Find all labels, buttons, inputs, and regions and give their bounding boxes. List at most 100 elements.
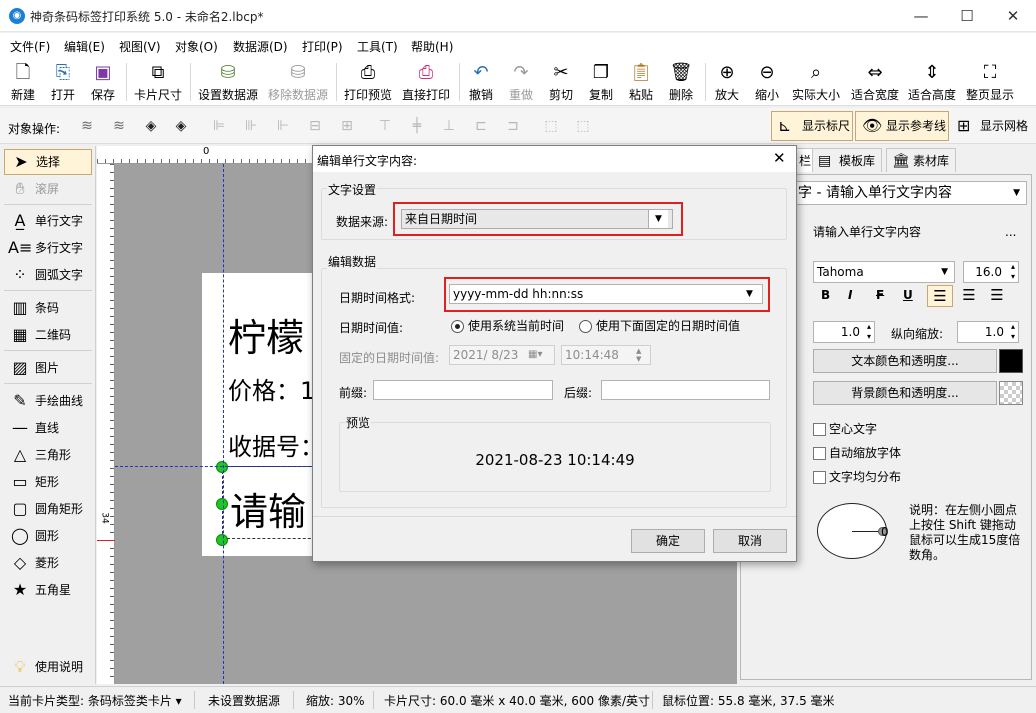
menu-view[interactable]: 视图(V) xyxy=(119,38,161,55)
align-vcenter-icon[interactable]: ╪ xyxy=(406,116,428,136)
tab-templates[interactable]: ▤ 模板库 xyxy=(812,148,883,172)
same-height-icon[interactable]: ⊐ xyxy=(502,116,524,136)
strikethrough-button[interactable]: F xyxy=(876,288,884,302)
background-color-swatch[interactable] xyxy=(999,381,1023,405)
group-icon[interactable]: ⬚ xyxy=(540,116,562,136)
align-left-icon[interactable]: ⊫ xyxy=(208,116,230,136)
card-text-line2[interactable]: 价格：1 xyxy=(228,371,315,406)
menu-edit[interactable]: 编辑(E) xyxy=(64,38,105,55)
fixed-date-picker[interactable]: 2021/ 8/23 ▦▾ xyxy=(449,345,555,365)
content-value[interactable]: 请输入单行文字内容 xyxy=(813,221,996,243)
align-left-button[interactable]: ☰ xyxy=(927,285,953,307)
layer-bottom-icon[interactable]: ◈ xyxy=(170,116,192,136)
align-bottom-icon[interactable]: ⊥ xyxy=(438,116,460,136)
menu-tools[interactable]: 工具(T) xyxy=(357,38,398,55)
card-text-line1[interactable]: 柠檬 xyxy=(228,307,304,362)
rounded-rect-tool[interactable]: ▢ 圆角矩形 xyxy=(4,496,92,522)
star-tool[interactable]: ★ 五角星 xyxy=(4,577,92,603)
fit-width-button[interactable]: ⇔ 适合宽度 xyxy=(849,62,901,104)
minimize-button[interactable]: — xyxy=(898,0,944,32)
bold-button[interactable]: B xyxy=(821,288,830,302)
prefix-input[interactable] xyxy=(373,380,553,400)
redo-button[interactable]: ↷ 重做 xyxy=(505,62,537,104)
distribute-h-icon[interactable]: ⊟ xyxy=(304,116,326,136)
arc-text-tool[interactable]: ⁘ 圆弧文字 xyxy=(4,262,92,288)
menu-help[interactable]: 帮助(H) xyxy=(411,38,453,55)
copy-button[interactable]: ❐ 复制 xyxy=(585,62,617,104)
line-tool[interactable]: — 直线 xyxy=(4,415,92,441)
align-hcenter-icon[interactable]: ⊪ xyxy=(240,116,262,136)
cut-button[interactable]: ✂ 剪切 xyxy=(545,62,577,104)
guide-line-vertical[interactable] xyxy=(223,164,224,684)
cancel-button[interactable]: 取消 xyxy=(713,529,787,553)
background-color-button[interactable]: 背景颜色和透明度... xyxy=(813,381,997,405)
single-text-tool[interactable]: A̲ 单行文字 xyxy=(4,208,92,234)
selection-handle[interactable] xyxy=(216,498,228,510)
undo-button[interactable]: ↶ 撤销 xyxy=(465,62,497,104)
align-top-icon[interactable]: ⊤ xyxy=(374,116,396,136)
freehand-tool[interactable]: ✎ 手绘曲线 xyxy=(4,388,92,414)
card-text-line3[interactable]: 收据号： xyxy=(228,427,324,462)
text-color-swatch[interactable] xyxy=(999,349,1023,373)
vertical-scale-spinner[interactable]: 1.0 ▴ ▾ xyxy=(957,321,1019,343)
hollow-text-checkbox[interactable]: 空心文字 xyxy=(813,421,877,437)
layer-down-icon[interactable]: ≋ xyxy=(108,116,130,136)
align-center-button[interactable]: ☰ xyxy=(957,285,981,307)
zoom-out-button[interactable]: ⊖ 缩小 xyxy=(751,62,783,104)
ok-button[interactable]: 确定 xyxy=(631,529,705,553)
barcode-tool[interactable]: ▥ 条码 xyxy=(4,295,92,321)
direct-print-button[interactable]: ⎙ 直接打印 xyxy=(400,62,452,104)
qrcode-tool[interactable]: ▦ 二维码 xyxy=(4,322,92,348)
menu-object[interactable]: 对象(O) xyxy=(175,38,218,55)
distribute-text-checkbox[interactable]: 文字均匀分布 xyxy=(813,469,901,485)
distribute-v-icon[interactable]: ⊏ xyxy=(470,116,492,136)
card-size-button[interactable]: ⧉ 卡片尺寸 xyxy=(132,62,184,104)
underline-button[interactable]: U xyxy=(903,288,913,302)
same-width-icon[interactable]: ⊞ xyxy=(336,116,358,136)
multi-text-tool[interactable]: A≡ 多行文字 xyxy=(4,235,92,261)
fit-page-button[interactable]: ⛶ 整页显示 xyxy=(964,62,1016,104)
triangle-tool[interactable]: △ 三角形 xyxy=(4,442,92,468)
suffix-input[interactable] xyxy=(601,380,770,400)
menu-file[interactable]: 文件(F) xyxy=(10,38,50,55)
menu-datasource[interactable]: 数据源(D) xyxy=(233,38,288,55)
select-tool[interactable]: ➤ 选择 xyxy=(4,149,92,175)
radio-fixed-time[interactable]: 使用下面固定的日期时间值 xyxy=(579,319,740,333)
show-guides-toggle[interactable]: 👁︎ 显示参考线 xyxy=(855,111,949,141)
italic-button[interactable]: I xyxy=(848,288,852,302)
align-right-icon[interactable]: ⊩ xyxy=(272,116,294,136)
selection-handle[interactable] xyxy=(216,461,228,473)
card-type-status[interactable]: 当前卡片类型: 条码标签类卡片 ▾ xyxy=(8,692,182,709)
paste-button[interactable]: 📋︎ 粘贴 xyxy=(625,62,657,104)
print-preview-button[interactable]: ⎙ 打印预览 xyxy=(342,62,394,104)
selection-handle[interactable] xyxy=(216,534,228,546)
font-size-spinner[interactable]: 16.0 ▴ ▾ xyxy=(963,261,1019,283)
menu-print[interactable]: 打印(P) xyxy=(302,38,343,55)
diamond-tool[interactable]: ◇ 菱形 xyxy=(4,550,92,576)
object-select[interactable]: 字 - 请输入单行文字内容 ▼ xyxy=(793,181,1027,205)
font-select[interactable]: Tahoma ▼ xyxy=(813,261,955,283)
zoom-in-button[interactable]: ⊕ 放大 xyxy=(711,62,743,104)
content-edit-button[interactable]: ... xyxy=(1005,221,1016,243)
set-datasource-button[interactable]: ⛁ 设置数据源 xyxy=(196,62,260,104)
actual-size-button[interactable]: ⌕ 实际大小 xyxy=(789,62,843,104)
rectangle-tool[interactable]: ▭ 矩形 xyxy=(4,469,92,495)
open-button[interactable]: ⎘ 打开 xyxy=(46,62,80,104)
image-tool[interactable]: ▨ 图片 xyxy=(4,355,92,381)
radio-current-time[interactable]: 使用系统当前时间 xyxy=(451,319,564,333)
show-grid-toggle[interactable]: ⊞ 显示网格 xyxy=(952,112,1034,142)
angle-dial[interactable] xyxy=(817,503,887,559)
circle-tool[interactable]: ◯ 圆形 xyxy=(4,523,92,549)
ungroup-icon[interactable]: ⬚ xyxy=(572,116,594,136)
fixed-time-spinner[interactable]: 10:14:48 ▲ ▼ xyxy=(561,345,651,365)
dialog-close-icon[interactable]: ✕ xyxy=(773,149,786,167)
text-color-button[interactable]: 文本颜色和透明度... xyxy=(813,349,997,373)
close-window-button[interactable]: ✕ xyxy=(990,0,1036,32)
layer-up-icon[interactable]: ≋ xyxy=(76,116,98,136)
save-button[interactable]: ▣ 保存 xyxy=(86,62,120,104)
delete-button[interactable]: 🗑︎ 删除 xyxy=(665,62,697,104)
remove-datasource-button[interactable]: ⛁ 移除数据源 xyxy=(266,62,330,104)
show-ruler-toggle[interactable]: ⊾ 显示标尺 xyxy=(771,111,853,141)
help-tool[interactable]: 💡︎ 使用说明 xyxy=(4,654,92,680)
horizontal-scale-spinner[interactable]: 1.0 ▴ ▾ xyxy=(813,321,875,343)
